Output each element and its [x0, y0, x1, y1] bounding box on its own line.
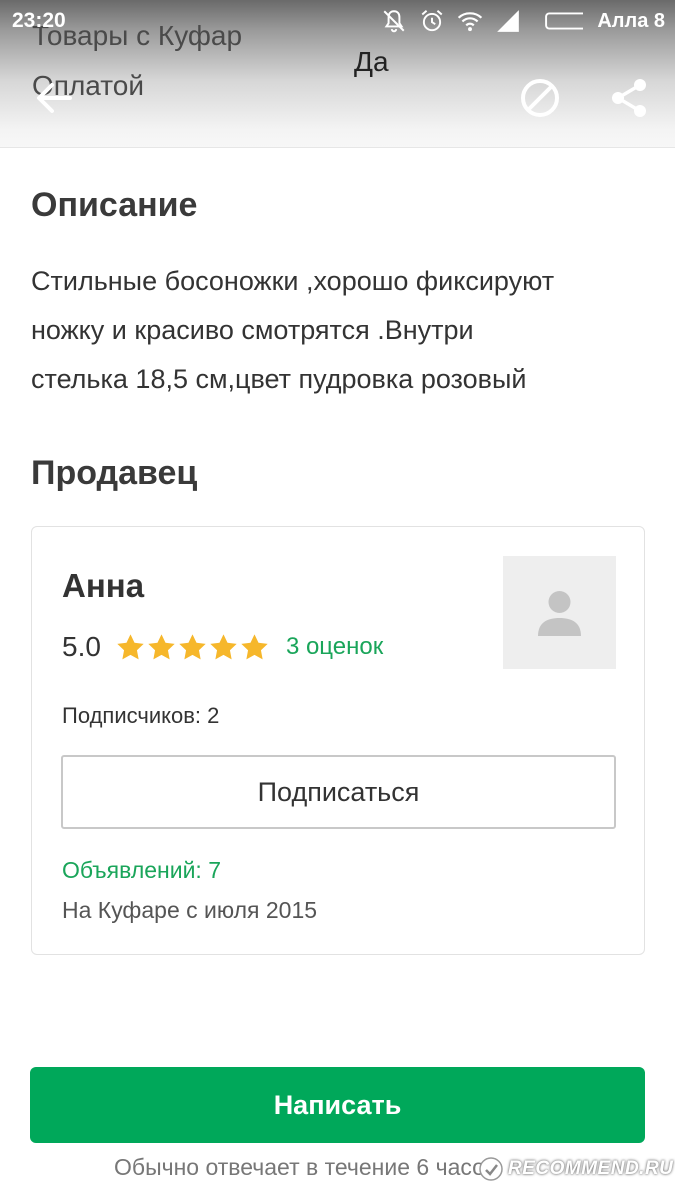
status-bar: 23:20 Алла 8 — [0, 0, 675, 42]
wifi-icon — [458, 12, 483, 32]
watermark-text: RECOMMEND.RU — [508, 1158, 674, 1179]
star-icon — [179, 633, 206, 659]
star-icon — [241, 633, 268, 659]
star-icon — [117, 633, 144, 659]
battery-icon — [545, 12, 584, 30]
subscribe-button[interactable]: Подписаться — [61, 755, 616, 829]
app-header: Товары с Куфар Оплатой Да 23:20 Алла 8 — [0, 0, 675, 148]
description-text: Стильные босоножки ,хорошо фиксируют нож… — [31, 266, 555, 394]
share-button[interactable] — [606, 74, 654, 122]
back-button[interactable] — [30, 74, 78, 122]
seller-card: Анна 5.0 3 оценок Подписчиков: 2 Подписа… — [31, 526, 645, 955]
seller-heading: Продавец — [31, 454, 198, 492]
subscribers-count: Подписчиков: 2 — [62, 703, 220, 728]
rating-stars — [115, 632, 270, 663]
ads-count-link[interactable]: Объявлений: 7 — [62, 857, 221, 884]
star-icon — [148, 633, 175, 659]
block-button[interactable] — [516, 74, 564, 122]
rating-value: 5.0 — [62, 631, 101, 662]
share-icon — [612, 79, 646, 117]
write-message-button[interactable]: Написать — [30, 1067, 645, 1143]
signal-icon — [497, 10, 520, 32]
description-heading: Описание — [31, 186, 198, 224]
background-text-center: Да — [354, 46, 389, 77]
seller-name: Анна — [62, 567, 145, 604]
watermark: RECOMMEND.RU — [478, 1152, 673, 1186]
member-since: На Куфаре с июля 2015 — [62, 897, 318, 923]
recommend-logo-icon — [479, 1157, 503, 1181]
reply-time-note: Обычно отвечает в течение 6 часов — [114, 1154, 498, 1180]
carrier-name: Алла 8 — [597, 9, 665, 32]
seller-rating: 5.0 3 оценок — [62, 631, 383, 663]
ratings-count-link[interactable]: 3 оценок — [286, 633, 383, 661]
alarm-icon — [421, 9, 443, 32]
block-icon — [521, 79, 559, 117]
arrow-left-icon — [37, 83, 72, 113]
status-icons: Алла 8 — [381, 4, 665, 38]
user-placeholder-icon — [538, 591, 581, 636]
avatar — [503, 556, 616, 669]
star-icon — [210, 633, 237, 659]
mute-bell-icon — [383, 10, 405, 33]
status-time: 23:20 — [12, 9, 66, 32]
